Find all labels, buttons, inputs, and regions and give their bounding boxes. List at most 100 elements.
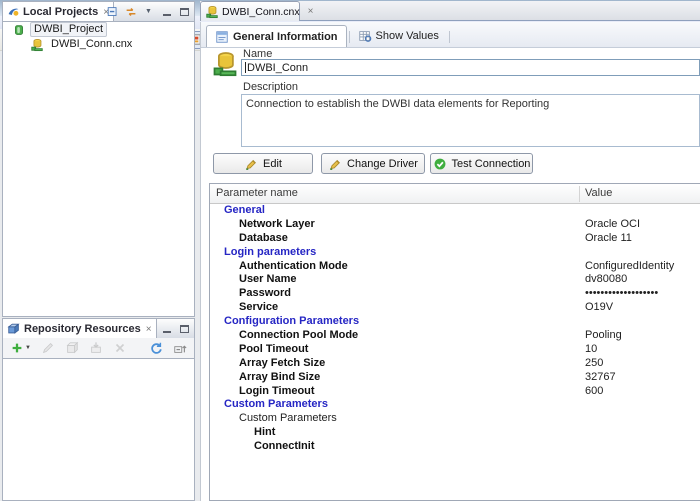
tree-item-dwbi-project[interactable]: DWBI_Project [3,22,194,37]
button-label: Change Driver [347,157,418,170]
tab-local-projects[interactable]: Local Projects × [3,2,115,22]
import-resource-button [86,339,106,357]
repository-resources-title: Repository Resources [24,323,141,335]
param-row-password[interactable]: Password ••••••••••••••••••• [210,287,700,301]
test-connection-icon [434,158,445,169]
subtab-separator [448,31,450,43]
connection-icon [206,5,218,18]
tab-label: General Information [233,30,338,43]
name-input[interactable]: DWBI_Conn [241,59,700,76]
edit-pencil-icon [330,159,341,170]
param-name: General [224,204,265,216]
param-value: Pooling [585,329,622,342]
param-name: Database [239,231,288,244]
repository-cube-icon [7,322,21,336]
editor-tab-dwbi-conn[interactable]: DWBI_Conn.cnx × [200,1,313,21]
edit-button[interactable]: Edit [213,153,313,174]
tree-item-dwbi-conn-cnx[interactable]: DWBI_Conn.cnx [3,37,194,52]
param-value: ••••••••••••••••••• [585,287,659,300]
param-name: Array Bind Size [239,370,321,383]
maximize-icon[interactable] [177,4,192,19]
view-menu-chevron-icon[interactable]: ▼ [141,4,156,19]
param-name: Authentication Mode [239,259,348,272]
param-row-custom-parameters[interactable]: Custom Parameters [210,398,700,412]
param-row-connection-pool-mode[interactable]: Connection Pool Mode Pooling [210,329,700,343]
test-connection-button[interactable]: Test Connection [430,153,533,174]
connection-large-icon [211,50,239,78]
dropdown-caret-icon[interactable]: ▼ [25,345,31,351]
param-row-login-parameters[interactable]: Login parameters [210,246,700,260]
minimize-icon[interactable] [159,321,174,336]
column-divider [579,186,580,202]
description-label: Description [243,81,299,93]
tab-repository-resources[interactable]: Repository Resources × [3,319,157,339]
delete-x-icon [115,343,125,353]
param-row-array-fetch-size[interactable]: Array Fetch Size 250 [210,357,700,371]
param-value: O19V [585,301,614,314]
edit-resource-button [38,339,58,357]
param-name: Array Fetch Size [239,356,326,369]
link-with-editor-icon[interactable] [123,4,138,19]
button-label: Edit [263,157,282,170]
editor-subtabs: General Information Show Values [201,22,700,48]
column-value: Value [585,187,613,199]
param-value: Oracle 11 [585,231,632,244]
plus-green-icon [12,343,22,353]
param-name: Login parameters [224,245,317,258]
param-row-login-timeout[interactable]: Login Timeout 600 [210,385,700,399]
tab-show-values[interactable]: Show Values [350,25,447,47]
insert-session-button[interactable]: ▼ [7,339,34,357]
collapse-button[interactable] [170,339,190,357]
connection-icon [205,5,219,19]
param-row-authentication-mode[interactable]: Authentication Mode ConfiguredIdentity [210,260,700,274]
description-textarea[interactable]: Connection to establish the DWBI data el… [241,94,700,147]
pencil-gray-icon [42,343,53,354]
param-row-connectinit[interactable]: ConnectInit [210,440,700,454]
local-projects-title: Local Projects [23,6,99,18]
repository-resources-panel: Repository Resources × ▼ [2,318,195,501]
editor-area: DWBI_Conn.cnx × General Information Show … [200,1,700,501]
collapse-up-icon [174,345,187,353]
param-row-service[interactable]: Service O19V [210,301,700,315]
param-row-pool-timeout[interactable]: Pool Timeout 10 [210,343,700,357]
close-icon[interactable]: × [308,6,314,17]
param-row-database[interactable]: Database Oracle 11 [210,232,700,246]
local-projects-icon [8,8,19,16]
delete-resource-button [110,339,130,357]
project-icon [15,24,23,35]
repository-resources-body [2,358,195,501]
param-row-hint[interactable]: Hint [210,426,700,440]
param-row-custom-parameters[interactable]: Custom Parameters [210,412,700,426]
change-driver-button[interactable]: Change Driver [321,153,425,174]
description-value: Connection to establish the DWBI data el… [246,98,550,110]
tree-item-label: DWBI_Project [30,22,108,37]
import-gray-icon [91,342,101,353]
param-name: Login Timeout [239,384,315,397]
text-caret [245,62,246,73]
param-row-configuration-parameters[interactable]: Configuration Parameters [210,315,700,329]
param-row-general[interactable]: General [210,204,700,218]
close-icon[interactable]: × [146,324,152,335]
param-name: Custom Parameters [239,412,337,425]
grid-search-icon [358,31,371,42]
param-row-network-layer[interactable]: Network Layer Oracle OCI [210,218,700,232]
open-resource-button [62,339,82,357]
refresh-button[interactable] [146,339,166,357]
maximize-icon[interactable] [177,321,192,336]
tab-general-information[interactable]: General Information [206,25,347,47]
param-value: ConfiguredIdentity [585,259,675,272]
cube-gray-icon [66,341,79,354]
param-name: ConnectInit [254,440,315,453]
action-buttons-row: Edit Change Driver Test Connection [201,153,700,174]
parameters-table-header: Parameter name Value [210,184,700,204]
param-name: Password [239,287,291,300]
param-name: Configuration Parameters [224,315,360,328]
local-projects-panel: Local Projects × ▼ DWBI_Project DWBI_Conn… [2,1,195,317]
param-value: 10 [585,342,598,355]
param-value: Oracle OCI [585,217,641,230]
minimize-icon[interactable] [159,4,174,19]
param-value: 600 [585,384,604,397]
collapse-all-icon[interactable] [105,4,120,19]
param-row-array-bind-size[interactable]: Array Bind Size 32767 [210,371,700,385]
param-row-user-name[interactable]: User Name dv80080 [210,273,700,287]
